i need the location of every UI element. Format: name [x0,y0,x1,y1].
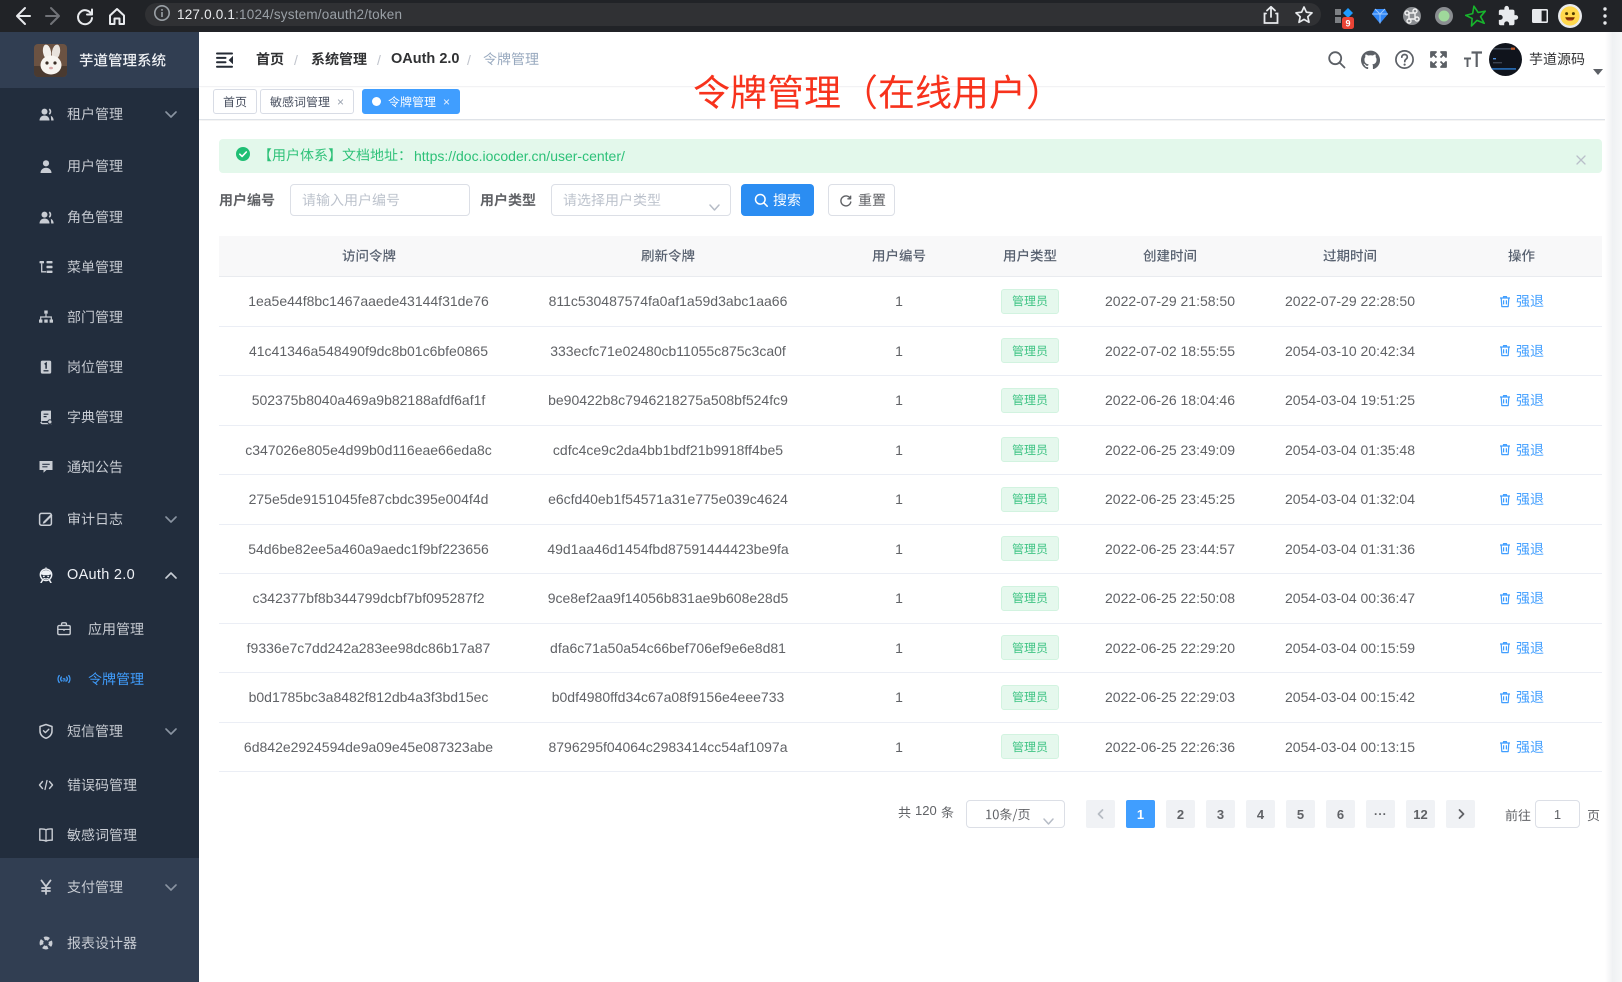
svg-text:9: 9 [1345,19,1350,29]
svg-text:a: a [62,677,66,684]
